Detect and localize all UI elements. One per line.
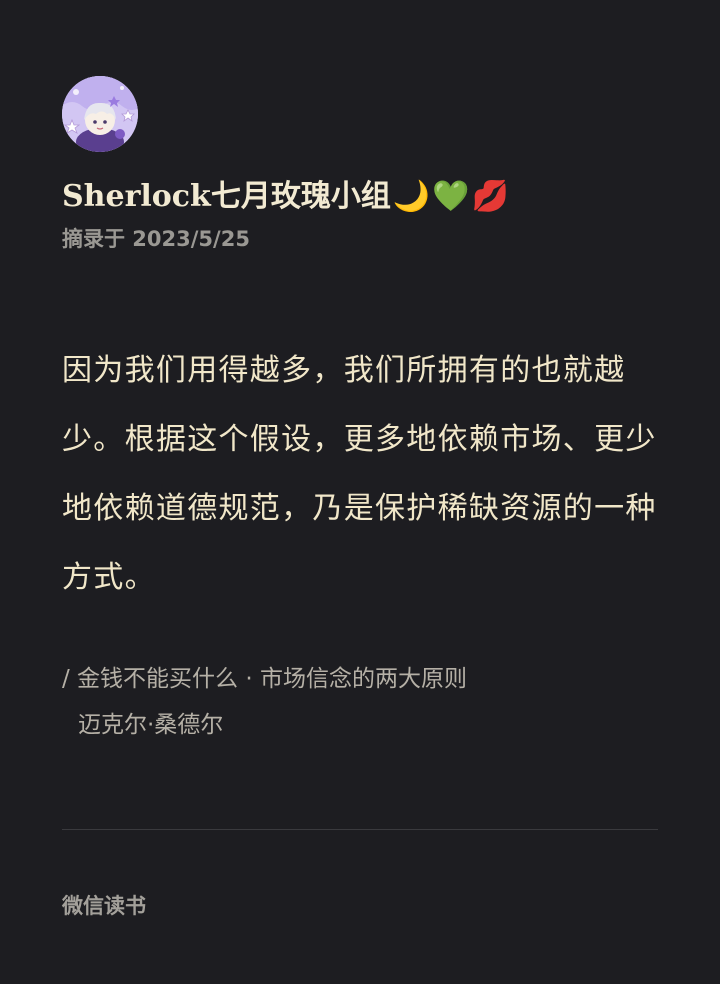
user-name[interactable]: Sherlock七月玫瑰小组 bbox=[62, 176, 391, 218]
excerpt-card: Sherlock七月玫瑰小组 🌙 💚 💋 摘录于 2023/5/25 因为我们用… bbox=[62, 76, 658, 748]
kiss-mark-emoji-icon: 💋 bbox=[471, 179, 509, 214]
source-info: / 金钱不能买什么 · 市场信念的两大原则 迈克尔·桑德尔 bbox=[62, 656, 658, 748]
divider bbox=[62, 829, 658, 830]
user-name-row: Sherlock七月玫瑰小组 🌙 💚 💋 bbox=[62, 176, 658, 218]
app-name-footer: 微信读书 bbox=[62, 894, 146, 918]
avatar-illustration bbox=[62, 76, 138, 152]
excerpt-date: 摘录于 2023/5/25 bbox=[62, 227, 250, 251]
quote-text: 因为我们用得越多，我们所拥有的也就越少。根据这个假设，更多地依赖市场、更少地依赖… bbox=[62, 353, 657, 595]
green-heart-emoji-icon: 💚 bbox=[432, 179, 470, 214]
book-title[interactable]: / 金钱不能买什么 · 市场信念的两大原则 bbox=[62, 666, 467, 692]
moon-emoji-icon: 🌙 bbox=[392, 179, 431, 214]
author-name[interactable]: 迈克尔·桑德尔 bbox=[62, 702, 658, 748]
avatar[interactable] bbox=[62, 76, 138, 152]
